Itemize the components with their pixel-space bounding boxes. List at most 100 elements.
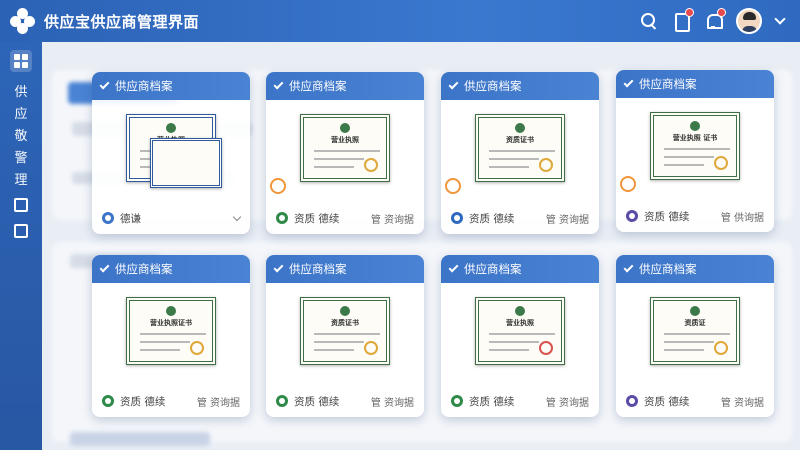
- certificate-image[interactable]: 营业执照: [475, 297, 565, 365]
- text-line: [489, 158, 539, 160]
- card-title: 供应商档案: [639, 262, 697, 276]
- supplier-card[interactable]: 供应商档案营业执照资质 德续 管 资询据: [441, 255, 599, 417]
- certificate-image[interactable]: 营业执照证书: [126, 297, 216, 365]
- chevron-down-icon[interactable]: [774, 13, 786, 25]
- dashboard-grid-icon[interactable]: [10, 50, 32, 72]
- text-line: [140, 333, 206, 335]
- supplier-card[interactable]: 供应商档案资质证书资质 德续 管 资询据: [266, 255, 424, 417]
- certificate-title: 资质证书: [331, 319, 359, 327]
- emblem-icon: [166, 123, 176, 133]
- sidebar-item-1[interactable]: 供: [0, 82, 42, 104]
- text-line: [664, 148, 730, 150]
- emblem-icon: [340, 306, 350, 316]
- supplier-card[interactable]: 供应商档案资质证资质 德续 管 资询据: [616, 255, 774, 417]
- text-line: [664, 349, 704, 351]
- supplier-card[interactable]: 供应商档案营业执照德谦: [92, 72, 250, 234]
- manage-link[interactable]: 管 供询据: [721, 209, 764, 224]
- sidebar: 供 应 敬 警 理: [0, 42, 42, 450]
- emblem-icon: [515, 306, 525, 316]
- qualification-label: 德谦: [120, 212, 141, 225]
- shield-icon: [102, 212, 114, 224]
- supplier-card[interactable]: 供应商档案营业执照资质 德续 管 资询据: [266, 72, 424, 234]
- stamp-icon: [539, 341, 553, 355]
- shield-icon: [626, 395, 638, 407]
- sidebar-item-3[interactable]: 敬: [0, 126, 42, 148]
- certificate-title: 营业执照 证书: [672, 134, 718, 142]
- certificate-image[interactable]: 资质证书: [300, 297, 390, 365]
- document-icon[interactable]: [672, 8, 694, 32]
- check-icon: [99, 262, 110, 273]
- app-logo-icon: [10, 8, 36, 34]
- qualification-label: 资质 德续: [644, 395, 690, 408]
- qualification-label: 资质 德续: [294, 212, 340, 225]
- bell-icon[interactable]: [704, 8, 726, 30]
- certificate-image[interactable]: 资质证: [650, 297, 740, 365]
- card-header: 供应商档案: [266, 72, 424, 100]
- text-line: [489, 333, 555, 335]
- text-line: [314, 341, 364, 343]
- card-header: 供应商档案: [266, 255, 424, 283]
- stamp-icon: [539, 158, 553, 172]
- chevron-down-icon[interactable]: [232, 212, 242, 221]
- text-line: [314, 158, 364, 160]
- avatar[interactable]: [736, 8, 762, 34]
- manage-link[interactable]: 管 资询据: [546, 394, 589, 409]
- card-title: 供应商档案: [115, 262, 173, 276]
- text-line: [314, 150, 380, 152]
- card-title: 供应商档案: [464, 262, 522, 276]
- qualification-label: 资质 德续: [469, 212, 515, 225]
- card-footer: 资质 德续 管 资询据: [92, 385, 250, 417]
- emblem-icon: [166, 306, 176, 316]
- supplier-card[interactable]: 供应商档案营业执照证书资质 德续 管 资询据: [92, 255, 250, 417]
- search-icon[interactable]: [640, 12, 658, 30]
- stamp-icon: [714, 156, 728, 170]
- top-bar: 供应宝供应商管理界面: [0, 0, 800, 42]
- text-line: [664, 156, 714, 158]
- check-icon: [273, 262, 284, 273]
- status-badge-icon: [620, 176, 636, 192]
- text-line: [140, 341, 190, 343]
- stamp-icon: [364, 158, 378, 172]
- text-line: [489, 341, 539, 343]
- shield-icon: [276, 395, 288, 407]
- card-footer: 资质 德续 管 资询据: [441, 385, 599, 417]
- card-header: 供应商档案: [441, 255, 599, 283]
- card-title: 供应商档案: [464, 79, 522, 93]
- shield-icon: [626, 210, 638, 222]
- certificate-image[interactable]: 资质证书: [475, 114, 565, 182]
- card-header: 供应商档案: [616, 255, 774, 283]
- card-title: 供应商档案: [639, 77, 697, 91]
- emblem-icon: [690, 306, 700, 316]
- shield-icon: [451, 395, 463, 407]
- text-line: [489, 150, 555, 152]
- supplier-card[interactable]: 供应商档案营业执照 证书资质 德续 管 供询据: [616, 70, 774, 232]
- supplier-card[interactable]: 供应商档案资质证书资质 德续 管 资询据: [441, 72, 599, 234]
- text-line: [489, 349, 529, 351]
- sidebar-item-5[interactable]: 理: [0, 170, 42, 192]
- manage-link[interactable]: 管 资询据: [546, 211, 589, 226]
- settings-icon[interactable]: [14, 198, 28, 212]
- manage-link[interactable]: 管 资询据: [721, 394, 764, 409]
- sidebar-item-2[interactable]: 应: [0, 104, 42, 126]
- text-line: [664, 164, 704, 166]
- manage-link[interactable]: 管 资询据: [371, 211, 414, 226]
- certificate-image[interactable]: 营业执照 证书: [650, 112, 740, 180]
- sidebar-item-4[interactable]: 警: [0, 148, 42, 170]
- stamp-icon: [714, 341, 728, 355]
- stamp-icon: [190, 341, 204, 355]
- text-line: [664, 333, 730, 335]
- app-title: 供应宝供应商管理界面: [44, 12, 200, 31]
- qualification-label: 资质 德续: [294, 395, 340, 408]
- emblem-icon: [340, 123, 350, 133]
- card-footer: 资质 德续 管 资询据: [266, 202, 424, 234]
- emblem-icon: [690, 121, 700, 131]
- text-line: [140, 349, 180, 351]
- card-footer: 资质 德续 管 供询据: [616, 200, 774, 232]
- certificate-image-secondary[interactable]: [150, 138, 222, 188]
- text-line: [489, 166, 529, 168]
- manage-link[interactable]: 管 资询据: [371, 394, 414, 409]
- check-icon: [448, 79, 459, 90]
- manage-link[interactable]: 管 资询据: [197, 394, 240, 409]
- certificate-image[interactable]: 营业执照: [300, 114, 390, 182]
- export-icon[interactable]: [14, 224, 28, 238]
